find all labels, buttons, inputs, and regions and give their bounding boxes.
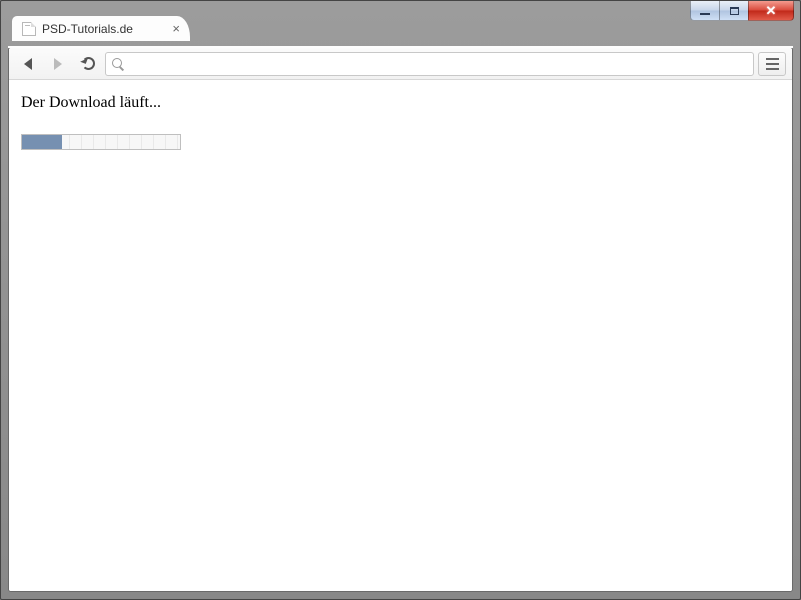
- page-content: Der Download läuft...: [9, 80, 792, 591]
- search-icon: [112, 58, 124, 70]
- download-progress-fill: [22, 135, 62, 149]
- download-status-text: Der Download läuft...: [21, 94, 780, 112]
- browser-tab[interactable]: PSD-Tutorials.de ×: [11, 15, 191, 41]
- download-progress-bar: [21, 134, 181, 150]
- close-window-button[interactable]: ✕: [748, 1, 794, 21]
- tab-strip: PSD-Tutorials.de ×: [11, 1, 191, 41]
- menu-icon: [766, 58, 779, 60]
- reload-button[interactable]: [75, 52, 101, 76]
- menu-button[interactable]: [758, 52, 786, 76]
- back-button[interactable]: [15, 52, 41, 76]
- forward-button[interactable]: [45, 52, 71, 76]
- file-icon: [22, 22, 36, 36]
- address-input[interactable]: [130, 56, 747, 71]
- window-titlebar[interactable]: PSD-Tutorials.de × ✕: [1, 1, 800, 23]
- window-controls: ✕: [691, 1, 794, 21]
- address-bar[interactable]: [105, 52, 754, 76]
- maximize-button[interactable]: [719, 1, 749, 21]
- toolbar: [9, 48, 792, 80]
- tab-title: PSD-Tutorials.de: [42, 22, 166, 36]
- minimize-button[interactable]: [690, 1, 720, 21]
- close-tab-icon[interactable]: ×: [172, 22, 180, 35]
- browser-chrome: Der Download läuft...: [8, 47, 793, 592]
- browser-window: PSD-Tutorials.de × ✕ Der Download läuft.…: [0, 0, 801, 600]
